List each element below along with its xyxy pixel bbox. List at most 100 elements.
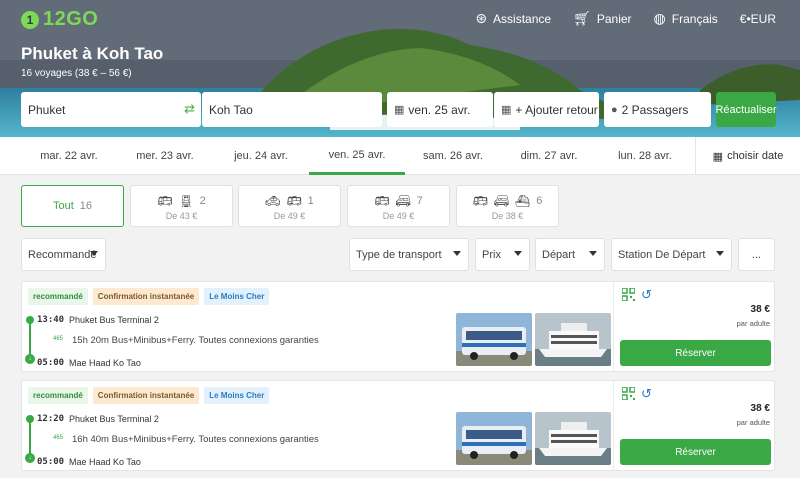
- return-value: + Ajouter retour: [515, 102, 598, 117]
- from-field[interactable]: Phuket ⇄: [21, 92, 201, 127]
- passengers-field[interactable]: ● 2 Passagers: [604, 92, 711, 127]
- mode-filter-card[interactable]: 🚕︎ 🚌︎ 1 De 49 €: [238, 185, 341, 227]
- person-icon: ●: [611, 103, 618, 116]
- nav-label: €•EUR: [739, 11, 776, 26]
- date-tab[interactable]: mar. 22 avr.: [21, 137, 117, 175]
- trip-summary: 16 voyages (38 € – 56 €): [21, 68, 132, 79]
- book-button[interactable]: Réserver: [620, 340, 771, 366]
- to-field[interactable]: Koh Tao: [202, 92, 382, 127]
- mode-filter-all[interactable]: Tout 16: [21, 185, 124, 227]
- choose-date-label: choisir date: [727, 150, 784, 162]
- refresh-button[interactable]: Réactualiser: [715, 92, 777, 127]
- timeline-line: [29, 418, 31, 456]
- nav-currency[interactable]: €•EUR: [740, 10, 776, 27]
- ferry-photo[interactable]: [535, 412, 611, 465]
- nav-label: Français: [671, 11, 718, 26]
- minibus-icon: 🚐︎: [493, 194, 510, 208]
- passengers-value: 2 Passagers: [621, 102, 689, 117]
- departure-time: 12:20: [37, 414, 65, 424]
- transport-label: Type de transport: [356, 248, 442, 261]
- logo-text: 12GO: [43, 8, 99, 30]
- price: 38 €: [750, 304, 770, 315]
- price-dropdown[interactable]: Prix: [475, 238, 530, 271]
- bus-photo[interactable]: [456, 412, 532, 465]
- mode-filter-card[interactable]: 🚌︎ 🚐︎ ⛴︎ 6 De 38 €: [456, 185, 559, 227]
- departure-station: Phuket Bus Terminal 2: [69, 414, 159, 424]
- duration-icon: 465: [53, 336, 64, 342]
- nav-label: Panier: [596, 11, 632, 26]
- date-strip: mar. 22 avr. mer. 23 avr. jeu. 24 avr. v…: [0, 137, 800, 175]
- nav-label: Assistance: [493, 11, 552, 26]
- nav-cart[interactable]: 🛒︎ Panier: [573, 10, 631, 27]
- date-tab[interactable]: jeu. 24 avr.: [213, 137, 309, 175]
- price-unit: par adulte: [736, 319, 770, 328]
- top-nav: ⊛ Assistance 🛒︎ Panier ◍ Français €•EUR: [475, 10, 776, 27]
- ferry-icon: ⛴︎: [515, 194, 531, 208]
- departure-dot-icon: [26, 316, 34, 324]
- station-label: Station De Départ: [618, 248, 706, 261]
- mode-filter-card[interactable]: 🚌︎ 🚆︎ 2 De 43 €: [130, 185, 233, 227]
- nav-language[interactable]: ◍ Français: [654, 10, 718, 27]
- transport-type-dropdown[interactable]: Type de transport: [349, 238, 469, 271]
- chevron-down-icon: [716, 251, 724, 256]
- mode-count: 6: [536, 195, 543, 207]
- logo[interactable]: 1 12GO: [21, 8, 98, 31]
- card-divider: [613, 282, 614, 371]
- date-tab[interactable]: dim. 27 avr.: [501, 137, 597, 175]
- calendar-icon: ▦: [712, 150, 724, 163]
- cheapest-badge: Le Moins Cher: [204, 387, 270, 404]
- trip-duration: 16h 40m Bus+Minibus+Ferry. Toutes connex…: [72, 434, 319, 445]
- arrival-time: 05:00: [37, 358, 65, 368]
- book-button[interactable]: Réserver: [620, 439, 771, 465]
- recommended-badge: recommandé: [28, 387, 88, 404]
- date-tab[interactable]: sam. 26 avr.: [405, 137, 501, 175]
- arrival-dot-icon: ↓: [25, 354, 35, 364]
- nav-assistance[interactable]: ⊛ Assistance: [475, 10, 551, 27]
- date-field[interactable]: ▦ ven. 25 avr.: [387, 92, 493, 127]
- return-field[interactable]: ▦ + Ajouter retour: [494, 92, 599, 127]
- chevron-down-icon: [589, 251, 597, 256]
- calendar-icon: ▦: [394, 104, 405, 116]
- calendar-icon: ▦: [501, 104, 512, 116]
- departure-station: Phuket Bus Terminal 2: [69, 315, 159, 325]
- taxi-icon: 🚕︎: [265, 194, 281, 208]
- date-tab[interactable]: lun. 28 avr.: [597, 137, 693, 175]
- chevron-down-icon: [453, 251, 461, 256]
- history-icon: ↺: [641, 287, 652, 302]
- swap-icon[interactable]: ⇄: [184, 101, 195, 117]
- history-icon: ↺: [641, 386, 652, 401]
- mode-price: De 49 €: [382, 211, 415, 221]
- recommended-badge: recommandé: [28, 288, 88, 305]
- chevron-down-icon: [90, 251, 98, 256]
- mode-count: 2: [199, 195, 206, 207]
- bus-photo[interactable]: [456, 313, 532, 366]
- choose-date-button[interactable]: ▦ choisir date: [695, 137, 800, 175]
- qr-ticket-icon: [622, 387, 635, 400]
- date-tab[interactable]: mer. 23 avr.: [117, 137, 213, 175]
- cheapest-badge: Le Moins Cher: [204, 288, 270, 305]
- sort-dropdown[interactable]: Recommandé: [21, 238, 106, 271]
- result-card[interactable]: recommandé Confirmation instantanée Le M…: [21, 380, 775, 471]
- more-filters-button[interactable]: ...: [738, 238, 775, 271]
- train-icon: 🚆︎: [178, 194, 194, 208]
- price: 38 €: [750, 403, 770, 414]
- departure-dropdown[interactable]: Départ: [535, 238, 605, 271]
- departure-dot-icon: [26, 415, 34, 423]
- mode-price: De 38 €: [491, 211, 524, 221]
- page-title: Phuket à Koh Tao: [21, 44, 164, 63]
- arrival-time: 05:00: [37, 457, 65, 467]
- station-dropdown[interactable]: Station De Départ: [611, 238, 732, 271]
- to-value: Koh Tao: [209, 102, 253, 117]
- arrival-station: Mae Haad Ko Tao: [69, 358, 141, 368]
- trip-duration: 15h 20m Bus+Minibus+Ferry. Toutes connex…: [72, 335, 319, 346]
- result-card[interactable]: recommandé Confirmation instantanée Le M…: [21, 281, 775, 372]
- ferry-photo[interactable]: [535, 313, 611, 366]
- lifebuoy-icon: ⊛: [475, 10, 488, 26]
- date-tab-active[interactable]: ven. 25 avr.: [309, 137, 405, 175]
- departure-label: Départ: [542, 248, 576, 261]
- bus-icon: 🚌︎: [472, 194, 488, 208]
- bus-icon: 🚌︎: [157, 194, 173, 208]
- mode-count: 1: [307, 195, 314, 207]
- date-value: ven. 25 avr.: [408, 102, 471, 117]
- mode-filter-card[interactable]: 🚌︎ 🚐︎ 7 De 49 €: [347, 185, 450, 227]
